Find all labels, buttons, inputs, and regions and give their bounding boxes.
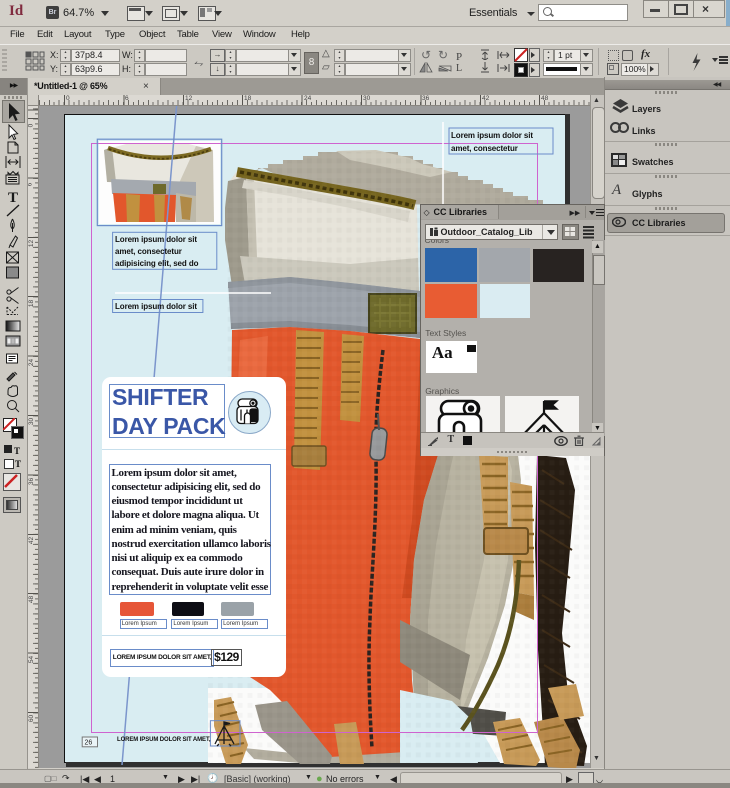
svg-text:T: T bbox=[8, 190, 18, 206]
svg-text:26: 26 bbox=[85, 740, 93, 747]
